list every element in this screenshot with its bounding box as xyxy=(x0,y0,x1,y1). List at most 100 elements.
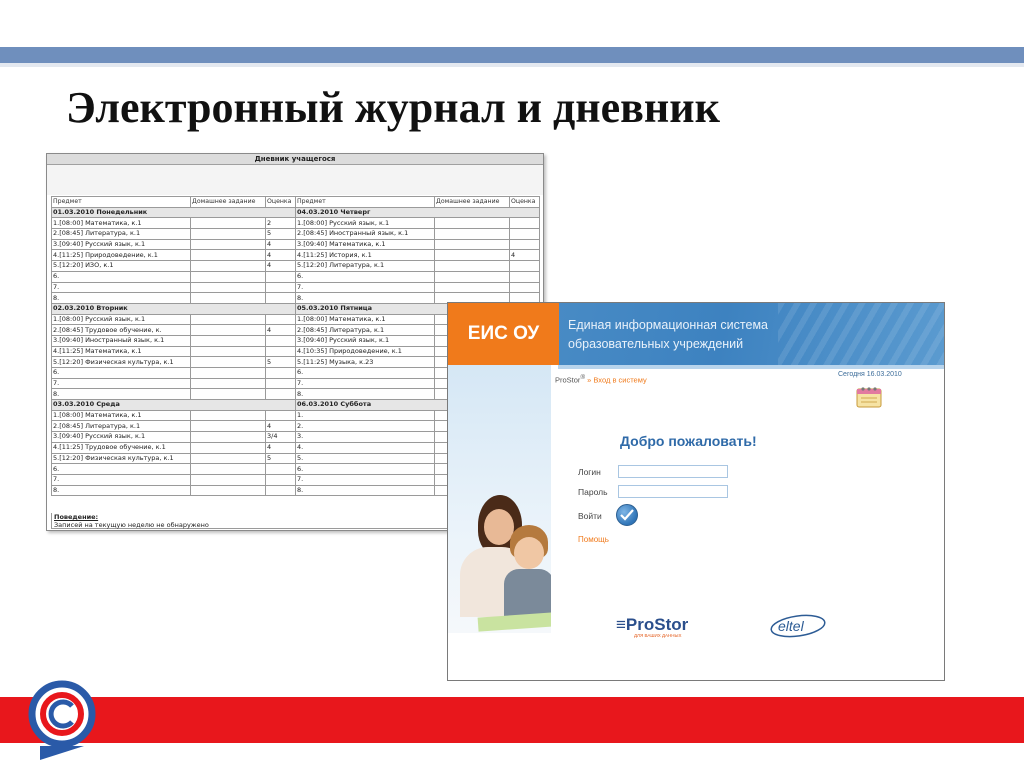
lesson-subject[interactable]: 8. xyxy=(51,484,191,497)
checkmark-icon xyxy=(620,509,634,521)
lesson-subject[interactable]: 5.[11:25] Музыка, к.23 xyxy=(295,356,435,368)
diary-day-title: 04.03.2010 Четверг xyxy=(295,206,540,219)
lesson-homework xyxy=(434,238,510,251)
lesson-subject[interactable]: 1.[08:00] Математика, к.1 xyxy=(51,217,191,230)
lesson-subject[interactable]: 2.[08:45] Иностранный язык, к.1 xyxy=(295,228,435,240)
lesson-subject[interactable]: 1.[08:00] Русский язык, к.1 xyxy=(51,313,191,326)
lesson-homework xyxy=(434,228,510,240)
diary-lesson-row: 5.[12:20] Физическая культура, к.1 5 xyxy=(51,356,296,368)
lesson-subject[interactable]: 7. xyxy=(51,377,191,390)
lesson-subject[interactable]: 5. xyxy=(295,452,435,465)
lesson-subject[interactable]: 5.[12:20] Физическая культура, к.1 xyxy=(51,452,191,465)
diary-lesson-row: 1.[08:00] Русский язык, к.1 xyxy=(51,313,296,326)
lesson-subject[interactable]: 8. xyxy=(295,484,435,497)
breadcrumb-home[interactable]: ProStor xyxy=(555,376,580,385)
breadcrumb-login[interactable]: Вход в систему xyxy=(593,376,646,385)
lesson-subject[interactable]: 4.[11:25] Трудовое обучение, к.1 xyxy=(51,441,191,454)
password-label: Пароль xyxy=(578,487,608,497)
lesson-homework xyxy=(190,377,266,390)
lesson-subject[interactable]: 3.[09:40] Русский язык, к.1 xyxy=(51,238,191,251)
lesson-grade: 5 xyxy=(265,228,296,240)
lesson-subject[interactable]: 7. xyxy=(51,281,191,294)
subtitle-line-2: образовательных учреждений xyxy=(568,337,744,351)
diary-lesson-row: 6. xyxy=(51,270,296,283)
lesson-homework xyxy=(190,270,266,283)
lesson-subject[interactable]: 3.[09:40] Русский язык, к.1 xyxy=(51,431,191,443)
lesson-subject[interactable]: 8. xyxy=(295,388,435,401)
lesson-homework xyxy=(434,281,510,294)
lesson-grade xyxy=(509,270,540,283)
lesson-grade: 5 xyxy=(265,452,296,465)
lesson-homework xyxy=(190,473,266,486)
diary-left-column: Предмет Домашнее задание Оценка 01.03.2010 … xyxy=(51,196,296,497)
diary-lesson-row: 7. xyxy=(51,377,296,390)
login-header: ЕИС ОУ Единая информационная система обр… xyxy=(448,303,944,365)
lesson-grade xyxy=(265,409,296,422)
lesson-homework xyxy=(190,388,266,401)
lesson-subject[interactable]: 4.[11:25] Математика, к.1 xyxy=(51,345,191,358)
diary-day-row: 01.03.2010 Понедельник xyxy=(51,206,296,219)
lesson-subject[interactable]: 5.[12:20] Физическая культура, к.1 xyxy=(51,356,191,368)
diary-lesson-row: 4.[11:25] Математика, к.1 xyxy=(51,345,296,358)
lesson-subject[interactable]: 1.[08:00] Математика, к.1 xyxy=(51,409,191,422)
lesson-subject[interactable]: 3.[09:40] Математика, к.1 xyxy=(295,238,435,251)
diary-lesson-row: 5.[12:20] Физическая культура, к.1 5 xyxy=(51,452,296,465)
lesson-subject[interactable]: 7. xyxy=(295,473,435,486)
lesson-grade xyxy=(265,313,296,326)
lesson-homework xyxy=(190,260,266,272)
lesson-subject[interactable]: 4. xyxy=(295,441,435,454)
lesson-subject[interactable]: 7. xyxy=(295,377,435,390)
lesson-homework xyxy=(190,420,266,433)
diary-header-grade: Оценка xyxy=(265,196,296,208)
lesson-subject[interactable]: 2.[08:45] Литература, к.1 xyxy=(51,228,191,240)
lesson-subject[interactable]: 8. xyxy=(295,292,435,304)
breadcrumb: ProStor® » Вход в систему xyxy=(555,374,647,385)
lesson-subject[interactable]: 6. xyxy=(295,270,435,283)
lesson-subject[interactable]: 4.[11:25] Природоведение, к.1 xyxy=(51,249,191,262)
lesson-homework xyxy=(190,345,266,358)
diary-day-row: 03.03.2010 Среда xyxy=(51,399,296,411)
lesson-grade: 4 xyxy=(265,420,296,433)
submit-button[interactable] xyxy=(616,504,638,526)
lesson-subject[interactable]: 2.[08:45] Трудовое обучение, к. xyxy=(51,324,191,336)
password-input[interactable] xyxy=(618,485,728,498)
diary-lesson-row: 3.[09:40] Математика, к.1 xyxy=(295,238,540,251)
lesson-subject[interactable]: 6. xyxy=(51,367,191,379)
diary-lesson-row: 2.[08:45] Литература, к.1 4 xyxy=(51,420,296,433)
diary-lesson-row: 1.[08:00] Математика, к.1 xyxy=(51,409,296,422)
lesson-homework xyxy=(190,484,266,497)
lesson-subject[interactable]: 2. xyxy=(295,420,435,433)
submit-label[interactable]: Войти xyxy=(578,511,602,521)
lesson-subject[interactable]: 7. xyxy=(295,281,435,294)
login-input[interactable] xyxy=(618,465,728,478)
prostor-lines-icon: ≡ xyxy=(616,615,626,634)
lesson-subject[interactable]: 3.[09:40] Русский язык, к.1 xyxy=(295,334,435,347)
lesson-subject[interactable]: 2.[08:45] Литература, к.1 xyxy=(51,420,191,433)
lesson-subject[interactable]: 4.[11:25] История, к.1 xyxy=(295,249,435,262)
lesson-subject[interactable]: 3.[09:40] Иностранный язык, к.1 xyxy=(51,334,191,347)
lesson-grade xyxy=(509,281,540,294)
lesson-subject[interactable]: 1.[08:00] Математика, к.1 xyxy=(295,313,435,326)
lesson-grade: 2 xyxy=(265,217,296,230)
lesson-grade: 4 xyxy=(265,324,296,336)
help-link[interactable]: Помощь xyxy=(578,535,609,544)
lesson-subject[interactable]: 1.[08:00] Русский язык, к.1 xyxy=(295,217,435,230)
diary-header-row: Предмет Домашнее задание Оценка xyxy=(51,196,296,208)
lesson-subject[interactable]: 3. xyxy=(295,431,435,443)
lesson-subject[interactable]: 6. xyxy=(51,270,191,283)
lesson-subject[interactable]: 8. xyxy=(51,292,191,304)
lesson-subject[interactable]: 5.[12:20] Литература, к.1 xyxy=(295,260,435,272)
lesson-grade: 4 xyxy=(265,249,296,262)
diary-lesson-row: 7. xyxy=(51,473,296,486)
lesson-subject[interactable]: 1. xyxy=(295,409,435,422)
diary-lesson-row: 6. xyxy=(51,367,296,379)
lesson-subject[interactable]: 2.[08:45] Литература, к.1 xyxy=(295,324,435,336)
lesson-subject[interactable]: 8. xyxy=(51,388,191,401)
lesson-subject[interactable]: 6. xyxy=(295,463,435,475)
lesson-subject[interactable]: 5.[12:20] ИЗО, к.1 xyxy=(51,260,191,272)
lesson-subject[interactable]: 6. xyxy=(51,463,191,475)
lesson-subject[interactable]: 4.[10:35] Природоведение, к.1 xyxy=(295,345,435,358)
top-accent-bar xyxy=(0,47,1024,63)
lesson-subject[interactable]: 6. xyxy=(295,367,435,379)
lesson-subject[interactable]: 7. xyxy=(51,473,191,486)
